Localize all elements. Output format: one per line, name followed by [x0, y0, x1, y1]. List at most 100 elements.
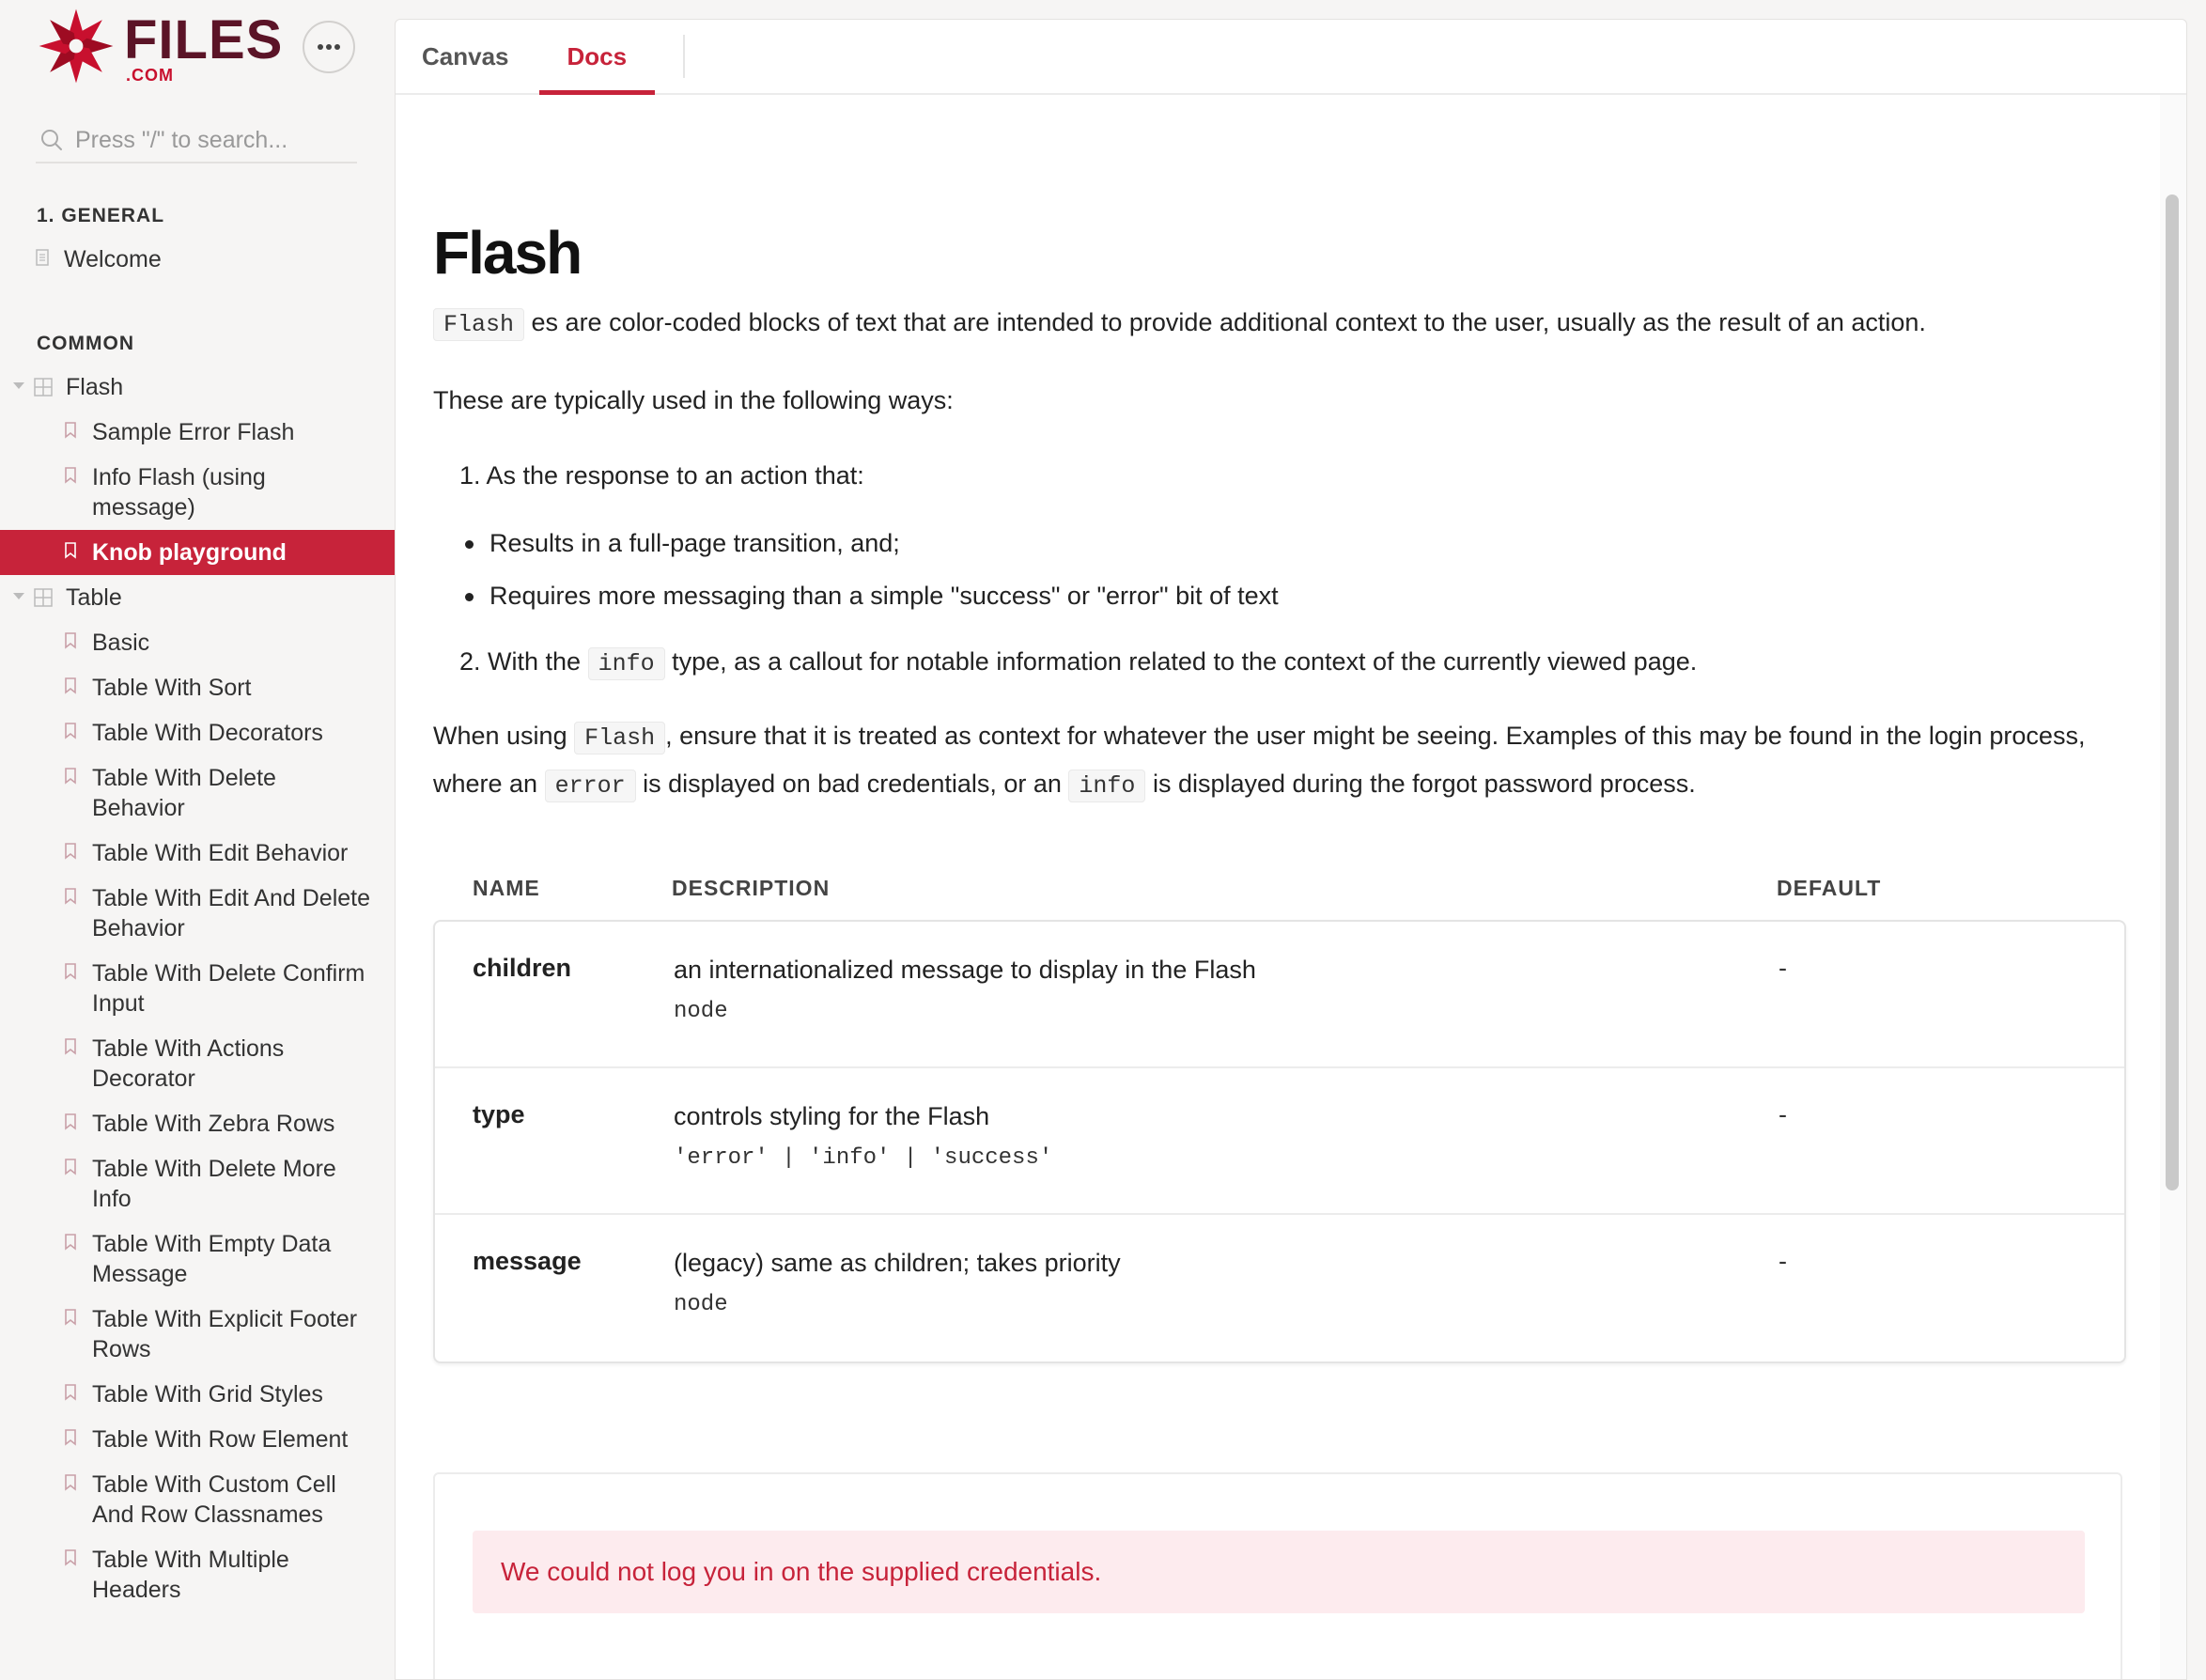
bookmark-icon [65, 963, 76, 980]
sidebar-item-label: Table With Edit Behavior [92, 840, 349, 866]
prop-type: node [674, 1292, 728, 1317]
sidebar-story-item[interactable]: Table With Row Element [0, 1417, 395, 1462]
sidebar-story-item[interactable]: Basic [0, 620, 395, 665]
nav-heading-common: COMMON [37, 333, 134, 354]
sidebar-item-label: Basic [92, 630, 150, 656]
tab-canvas[interactable]: Canvas [396, 20, 539, 93]
column-header-description: DESCRIPTION [672, 875, 831, 900]
ordered-item-text: type, as a callout for notable informati… [672, 647, 1698, 676]
sidebar-story-item[interactable]: Table With Multiple Headers [0, 1537, 395, 1612]
sidebar-story-item[interactable]: Table With Sort [0, 665, 395, 710]
sidebar-item-label: Table With Explicit Footer Rows [92, 1306, 358, 1362]
bookmark-icon [65, 422, 76, 439]
usage-paragraph: When using Flash, ensure that it is trea… [433, 713, 2124, 809]
scrollbar-thumb[interactable] [2166, 194, 2179, 1190]
sidebar-nav: 1. GENERAL Welcome COMMON Flash Sample E… [0, 195, 395, 1612]
table-row: message (legacy) same as children; takes… [435, 1215, 2124, 1361]
prop-name: message [473, 1247, 582, 1275]
sidebar-story-item[interactable]: Info Flash (using message) [0, 455, 395, 530]
paragraph-text: is displayed on bad credentials, or an [643, 770, 1062, 798]
docs-content: Flash Flash es are color-coded blocks of… [433, 95, 2126, 1679]
sidebar-story-item[interactable]: Table With Decorators [0, 710, 395, 755]
files-logo-icon [39, 8, 114, 84]
sidebar-item-label: Info Flash (using message) [92, 464, 266, 521]
inline-code: Flash [433, 308, 525, 341]
prop-description-cell: (legacy) same as children; takes priorit… [674, 1247, 1779, 1361]
story-preview: We could not log you in on the supplied … [433, 1472, 2122, 1679]
sidebar-item-label: Table With Row Element [92, 1426, 349, 1453]
nav-heading-general: 1. GENERAL [37, 205, 165, 226]
ordered-item-1: 1. As the response to an action that: [459, 461, 864, 490]
sidebar-section-table[interactable]: Table [0, 575, 395, 620]
main-panel: Canvas Docs Flash Flash es are color-cod… [395, 19, 2187, 1680]
brand-logo[interactable]: FILES .COM [38, 8, 291, 88]
sidebar-story-item[interactable]: Table With Delete More Info [0, 1146, 395, 1221]
page-title: Flash [433, 219, 583, 287]
search-input[interactable] [75, 126, 348, 154]
bookmark-icon [65, 768, 76, 785]
search-box [36, 118, 357, 163]
sidebar-section-flash[interactable]: Flash [0, 365, 395, 410]
flash-story-list: Sample Error Flash Info Flash (using mess… [0, 410, 395, 575]
prop-type: 'error' | 'info' | 'success' [674, 1145, 1053, 1171]
table-story-list: Basic Table With Sort Table With Decorator… [0, 620, 395, 1612]
sidebar-story-item[interactable]: Table With Delete Confirm Input [0, 951, 395, 1026]
sidebar-item-label: Table With Multiple Headers [92, 1547, 289, 1603]
error-flash: We could not log you in on the supplied … [473, 1531, 2085, 1613]
sidebar-item-label: Sample Error Flash [92, 419, 295, 445]
inline-code: info [1068, 770, 1146, 802]
prop-default: - [1779, 1247, 1787, 1275]
bookmark-icon [65, 1234, 76, 1251]
sidebar-story-item[interactable]: Table With Edit And Delete Behavior [0, 876, 395, 951]
sidebar-story-item[interactable]: Sample Error Flash [0, 410, 395, 455]
sidebar: FILES .COM 1. GENERAL Welcome COMMON [0, 0, 395, 1680]
bookmark-icon [65, 467, 76, 484]
inline-code: Flash [574, 722, 666, 754]
bookmark-icon [65, 677, 76, 694]
prop-type: node [674, 999, 728, 1024]
sidebar-item-label: Table With Sort [92, 675, 252, 701]
column-header-name: NAME [473, 875, 540, 900]
prop-description: an internationalized message to display … [674, 956, 1256, 984]
bullet-list: Results in a full-page transition, and; … [433, 521, 2124, 618]
component-grid-icon [34, 378, 53, 397]
sidebar-story-item[interactable]: Table With Zebra Rows [0, 1101, 395, 1146]
sidebar-story-item[interactable]: Table With Grid Styles [0, 1372, 395, 1417]
sidebar-story-item[interactable]: Table With Edit Behavior [0, 831, 395, 876]
tab-docs[interactable]: Docs [538, 20, 656, 95]
sidebar-story-item[interactable]: Table With Explicit Footer Rows [0, 1297, 395, 1372]
column-header-default: DEFAULT [1777, 875, 1882, 900]
usage-lead: These are typically used in the followin… [433, 386, 954, 414]
bookmark-icon [65, 723, 76, 739]
more-horizontal-icon [318, 44, 340, 50]
tab-divider [683, 35, 686, 78]
props-table: children an internationalized message to… [433, 920, 2126, 1363]
bullet-item: Requires more messaging than a simple "s… [465, 573, 2124, 618]
prop-name: children [473, 954, 572, 982]
sidebar-story-item[interactable]: Table With Actions Decorator [0, 1026, 395, 1101]
intro-text: es are color-coded blocks of text that a… [531, 308, 1926, 336]
sidebar-story-item[interactable]: Table With Custom Cell And Row Classname… [0, 1462, 395, 1537]
bookmark-icon [65, 1309, 76, 1326]
chevron-down-icon [13, 593, 24, 599]
sidebar-item-label: Table With Zebra Rows [92, 1111, 335, 1137]
more-options-button[interactable] [303, 21, 355, 73]
prop-description: (legacy) same as children; takes priorit… [674, 1249, 1121, 1277]
bookmark-icon [65, 542, 76, 559]
sidebar-item-label: Table With Grid Styles [92, 1381, 323, 1408]
sidebar-story-item[interactable]: Knob playground [0, 530, 395, 575]
props-table-header: NAME DESCRIPTION DEFAULT [433, 865, 2124, 910]
sidebar-story-item[interactable]: Table With Delete Behavior [0, 755, 395, 831]
scrollbar-track[interactable] [2160, 95, 2186, 1679]
prop-description: controls styling for the Flash [674, 1102, 990, 1130]
sidebar-item-welcome[interactable]: Welcome [0, 237, 395, 282]
sidebar-item-label: Table With Edit And Delete Behavior [92, 885, 370, 941]
table-row: type controls styling for the Flash 'err… [435, 1068, 2124, 1215]
inline-code: error [544, 770, 636, 802]
brand-suffix: .COM [126, 66, 174, 85]
bookmark-icon [65, 1113, 76, 1130]
tab-bar: Canvas Docs [396, 20, 2186, 95]
sidebar-story-item[interactable]: Table With Empty Data Message [0, 1221, 395, 1297]
prop-name: type [473, 1100, 525, 1128]
